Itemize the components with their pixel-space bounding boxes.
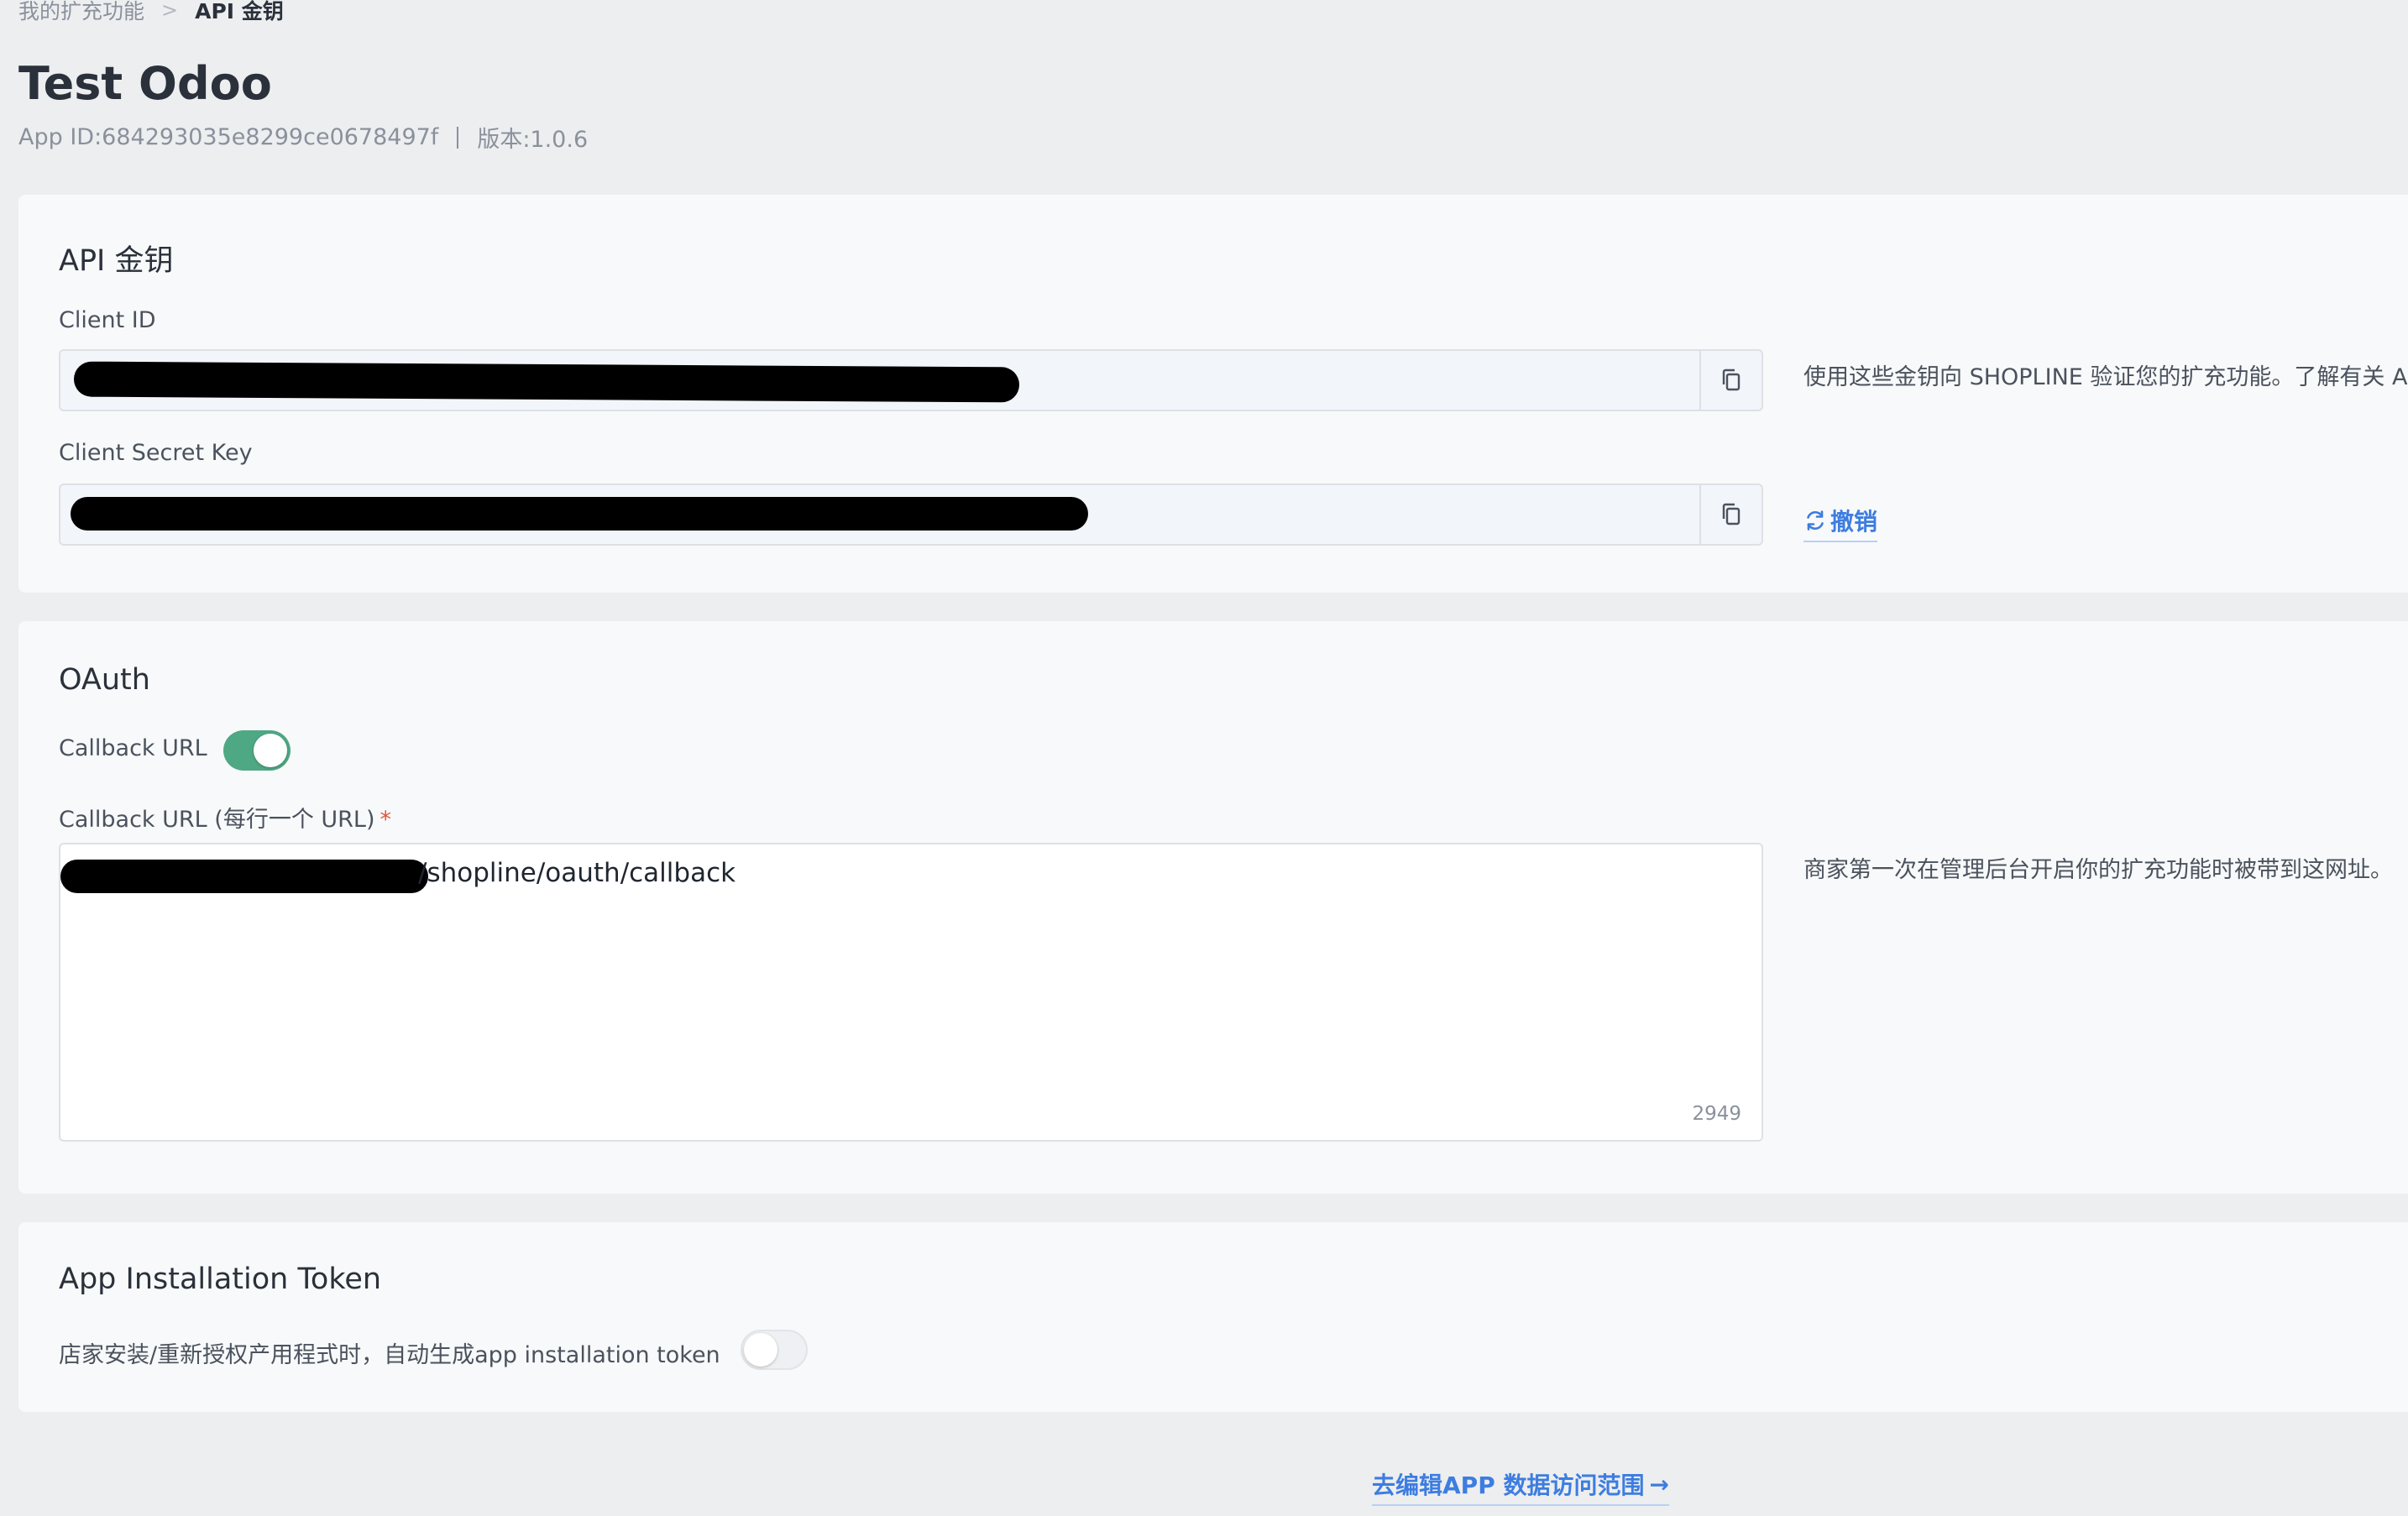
breadcrumb-separator-icon: > [161, 0, 179, 22]
app-id: App ID:684293035e8299ce0678497f [18, 124, 439, 150]
token-toggle[interactable] [741, 1330, 808, 1370]
page: 我的扩充功能 > API 金钥 Test Odoo App ID:6842930… [0, 0, 2408, 1516]
api-keys-card: API 金钥 Client ID 使用这些金钥向 SHOPLINE 验证您的扩充… [18, 195, 2408, 593]
meta-divider [457, 126, 459, 149]
toggle-knob [254, 734, 287, 767]
breadcrumb: 我的扩充功能 > API 金钥 [18, 0, 284, 25]
oauth-card: OAuth Callback URL Callback URL (每行一个 UR… [18, 621, 2408, 1194]
client-secret-field[interactable] [59, 484, 1763, 546]
revoke-label: 撤销 [1830, 508, 1878, 536]
callback-url-textarea[interactable]: /shopline/oauth/callback 2949 [59, 843, 1763, 1142]
api-keys-title: API 金钥 [59, 244, 174, 278]
copy-client-secret-button[interactable] [1701, 485, 1762, 544]
app-meta: App ID:684293035e8299ce0678497f 版本:1.0.6 [18, 121, 588, 154]
callback-url-value: /shopline/oauth/callback [418, 858, 736, 888]
toggle-knob [744, 1333, 777, 1367]
breadcrumb-my-extensions[interactable]: 我的扩充功能 [18, 0, 144, 25]
client-id-field[interactable] [59, 349, 1763, 411]
required-mark: * [380, 807, 392, 833]
client-secret-redaction [71, 497, 1088, 531]
token-card: App Installation Token 店家安装/重新授权产用程式时，自动… [18, 1222, 2408, 1412]
token-label: 店家安装/重新授权产用程式时，自动生成app installation toke… [59, 1342, 720, 1368]
callback-field-label-text: Callback URL (每行一个 URL) [59, 807, 375, 833]
app-version: 版本:1.0.6 [477, 127, 589, 153]
callback-toggle-label: Callback URL [59, 735, 207, 761]
oauth-note: 商家第一次在管理后台开启你的扩充功能时被带到这网址。 [1803, 857, 2393, 883]
client-id-redaction [73, 361, 1020, 403]
api-keys-note: 使用这些金钥向 SHOPLINE 验证您的扩充功能。了解有关 API [1803, 364, 2408, 390]
client-id-label: Client ID [59, 307, 156, 333]
char-count: 2949 [1692, 1103, 1741, 1125]
oauth-title: OAuth [59, 663, 150, 697]
callback-field-label: Callback URL (每行一个 URL) * [59, 801, 391, 834]
refresh-icon [1807, 510, 1824, 531]
callback-url-redaction [60, 860, 428, 893]
client-secret-label: Client Secret Key [59, 440, 253, 466]
edit-data-scope-label: 去编辑APP 数据访问范围 [1372, 1472, 1645, 1499]
arrow-right-icon: → [1649, 1470, 1669, 1498]
token-title: App Installation Token [59, 1262, 382, 1296]
copy-icon [1722, 369, 1741, 391]
breadcrumb-current: API 金钥 [195, 0, 284, 24]
copy-client-id-button[interactable] [1701, 351, 1762, 410]
revoke-button[interactable]: 撤销 [1803, 504, 1878, 542]
edit-data-scope-link[interactable]: 去编辑APP 数据访问范围 → [1372, 1467, 1669, 1506]
copy-icon [1722, 503, 1741, 525]
page-title: Test Odoo [18, 57, 272, 110]
callback-url-toggle[interactable] [223, 730, 291, 771]
